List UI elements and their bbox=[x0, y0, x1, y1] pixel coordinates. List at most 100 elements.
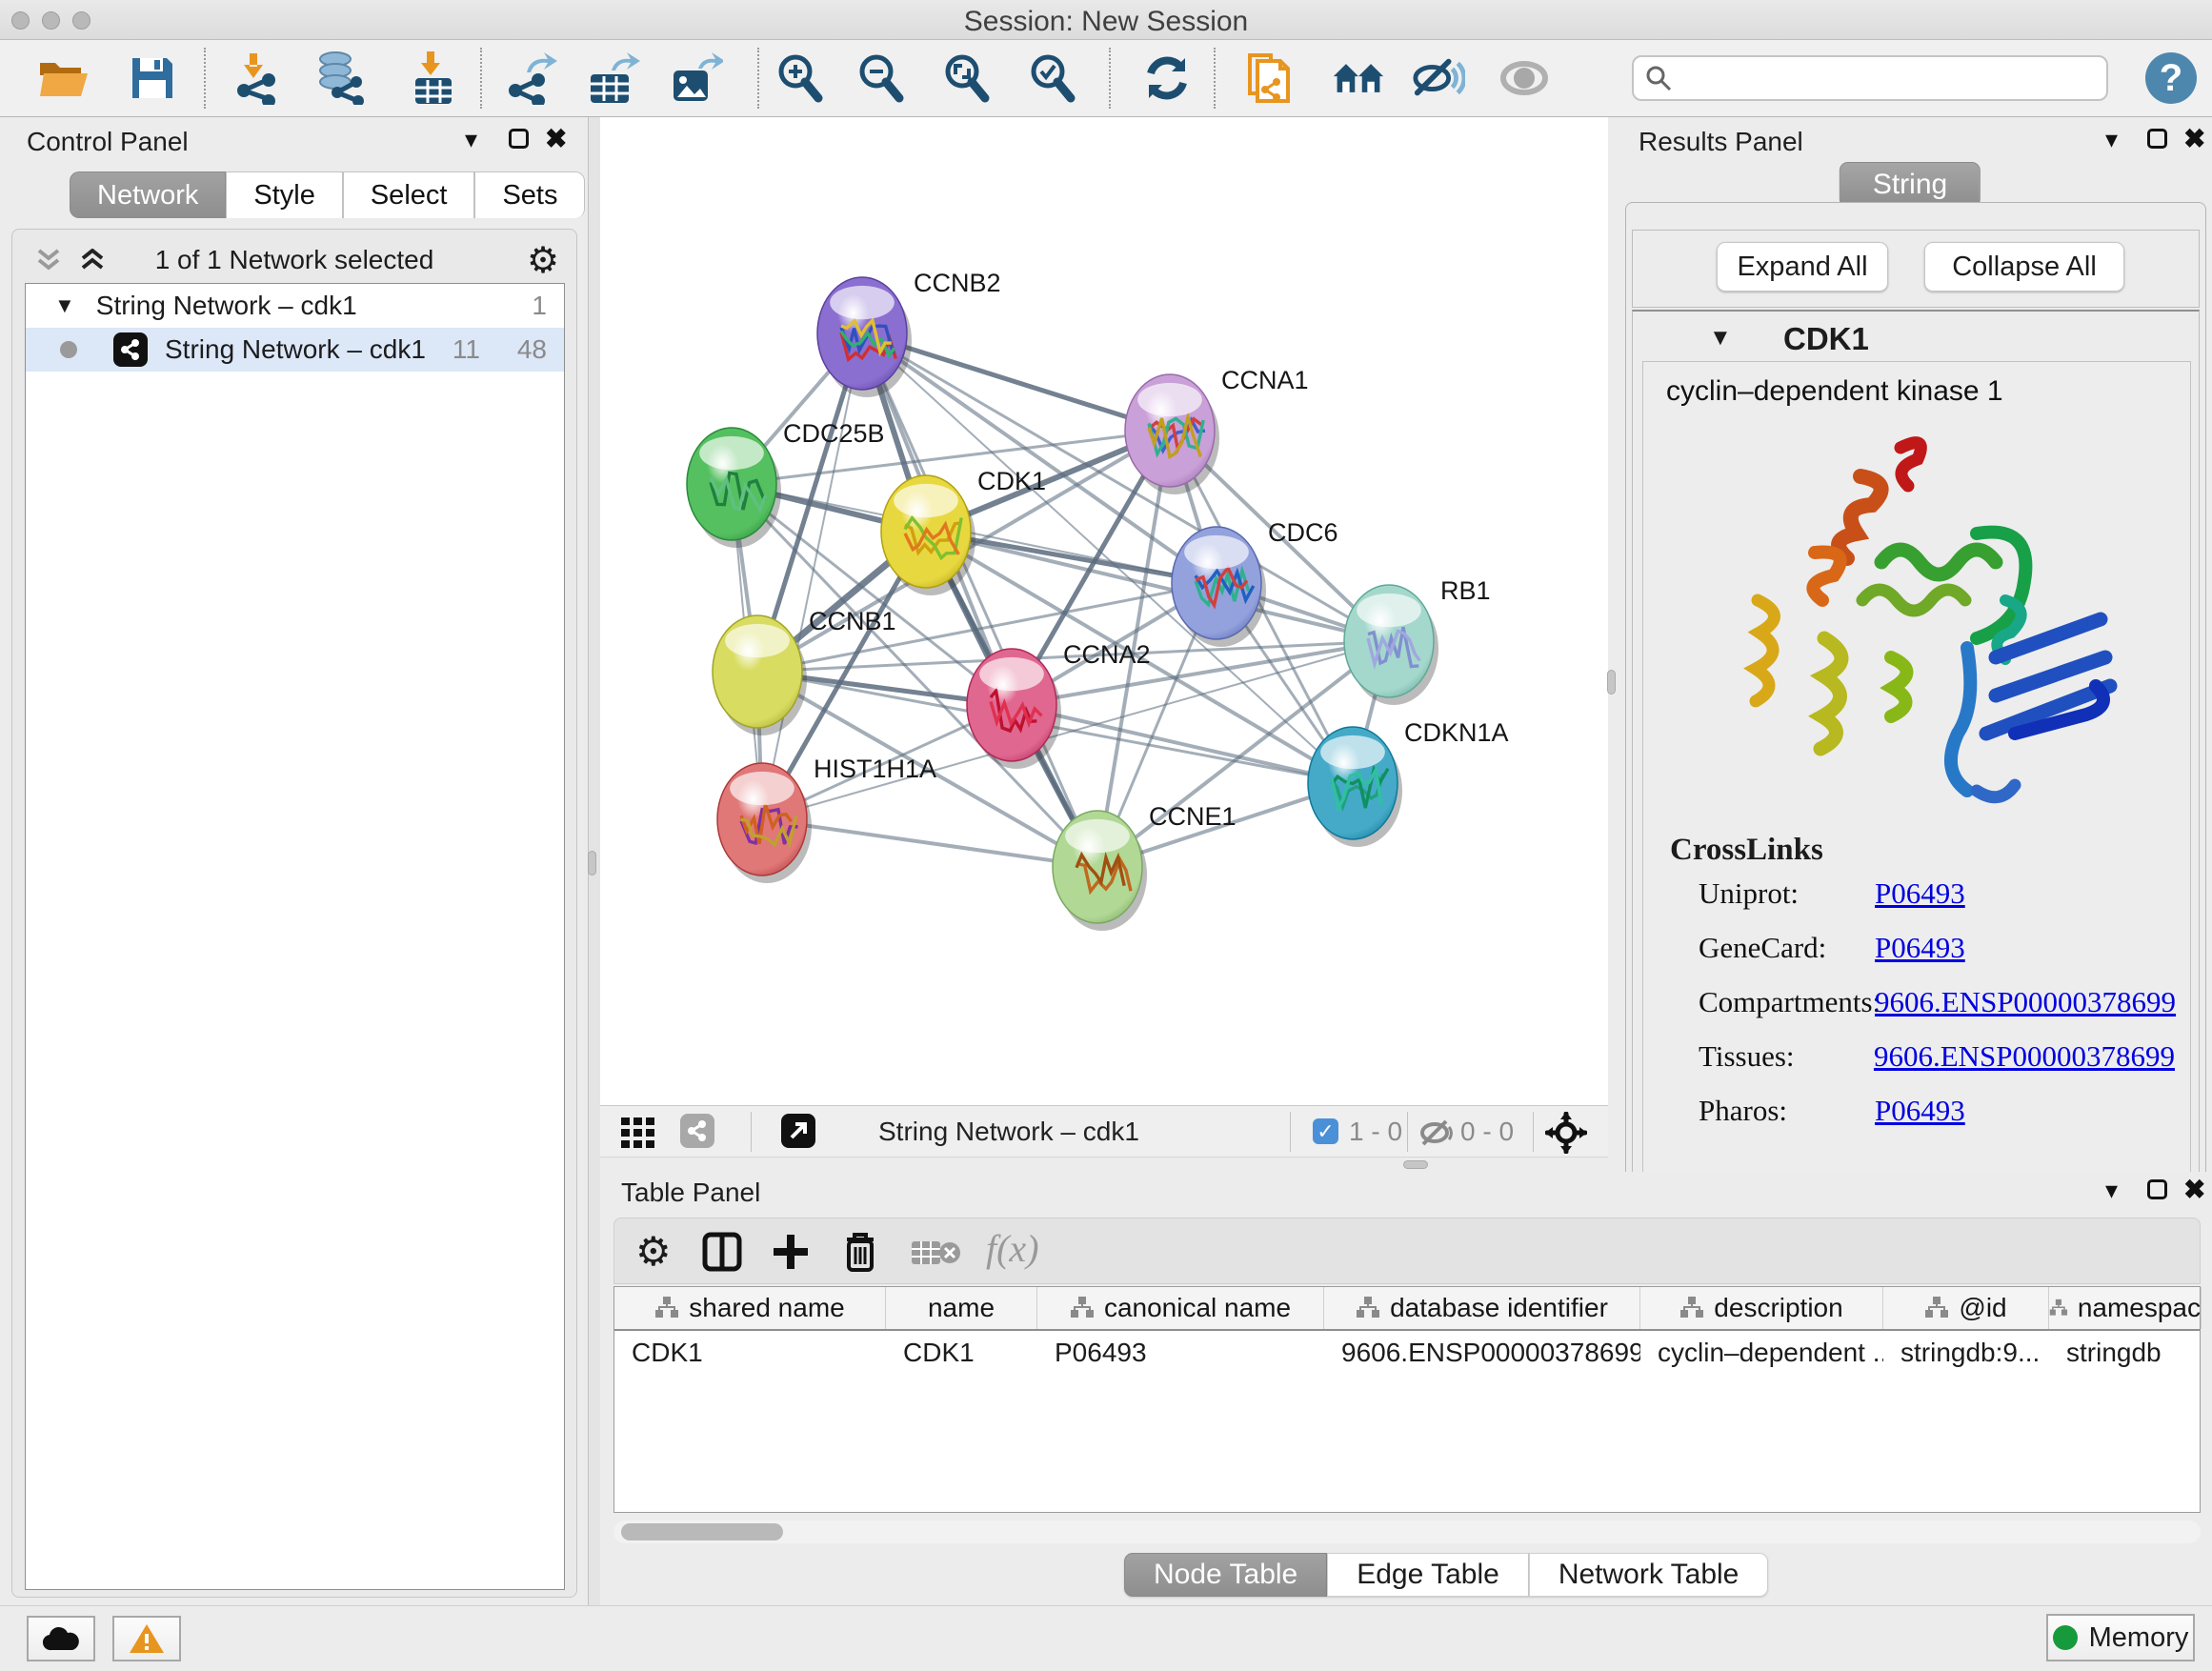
control-panel-menu-icon[interactable]: ▾ bbox=[465, 125, 477, 154]
crosslink-value-link[interactable]: P06493 bbox=[1875, 1094, 1965, 1128]
table-cell[interactable]: stringdb:9... bbox=[1883, 1331, 2049, 1375]
results-panel-float-icon[interactable] bbox=[2147, 129, 2167, 149]
zoom-in-icon[interactable] bbox=[774, 51, 827, 105]
tab-select[interactable]: Select bbox=[343, 171, 475, 218]
tab-edge-table[interactable]: Edge Table bbox=[1327, 1553, 1529, 1597]
table-add-icon[interactable] bbox=[771, 1232, 811, 1272]
column-header-database-identifier[interactable]: database identifier bbox=[1324, 1287, 1640, 1329]
show-graphics-icon[interactable] bbox=[1498, 51, 1551, 105]
save-session-icon[interactable] bbox=[126, 51, 179, 105]
network-row[interactable]: String Network – cdk1 11 48 bbox=[26, 328, 564, 372]
section-collapse-triangle-icon[interactable]: ▼ bbox=[1709, 325, 1732, 352]
table-cell[interactable]: 9606.ENSP00000378699 bbox=[1324, 1331, 1640, 1375]
network-node-CCNB1[interactable]: CCNB1 bbox=[713, 607, 896, 735]
table-function-icon[interactable]: f(x) bbox=[986, 1226, 1039, 1271]
table-cell[interactable]: CDK1 bbox=[886, 1331, 1037, 1375]
control-panel-close-icon[interactable]: ✖ bbox=[545, 123, 567, 154]
tab-network-table[interactable]: Network Table bbox=[1529, 1553, 1769, 1597]
export-table-icon[interactable] bbox=[587, 51, 640, 105]
node-table[interactable]: shared namenamecanonical namedatabase id… bbox=[613, 1286, 2201, 1513]
network-options-gear-icon[interactable]: ⚙ bbox=[527, 239, 559, 282]
zoom-selected-icon[interactable] bbox=[1026, 51, 1079, 105]
search-box[interactable] bbox=[1632, 55, 2108, 101]
warning-button[interactable] bbox=[112, 1616, 181, 1661]
table-panel-close-icon[interactable]: ✖ bbox=[2183, 1174, 2205, 1205]
column-header-shared-name[interactable]: shared name bbox=[614, 1287, 886, 1329]
refresh-icon[interactable] bbox=[1140, 51, 1194, 105]
network-view-canvas[interactable]: CCNB2CCNA1CDC25BCDK1CDC6RB1CCNB1CCNA2CDK… bbox=[600, 117, 1608, 1105]
column-header-description[interactable]: description bbox=[1640, 1287, 1883, 1329]
clone-network-icon[interactable] bbox=[1243, 51, 1297, 105]
network-collection-row[interactable]: ▼ String Network – cdk1 1 bbox=[26, 284, 564, 328]
table-hscrollbar[interactable] bbox=[613, 1520, 2201, 1543]
collapse-triangle-icon[interactable]: ▼ bbox=[54, 293, 75, 318]
network-edge[interactable] bbox=[1012, 705, 1353, 783]
column-header-canonical-name[interactable]: canonical name bbox=[1037, 1287, 1324, 1329]
network-node-HIST1H1A[interactable]: HIST1H1A bbox=[717, 755, 936, 883]
export-image-icon[interactable] bbox=[670, 51, 723, 105]
crosslink-value-link[interactable]: P06493 bbox=[1875, 931, 1965, 965]
network-node-CDC6[interactable]: CDC6 bbox=[1172, 518, 1338, 647]
table-cell[interactable]: P06493 bbox=[1037, 1331, 1324, 1375]
table-panel-float-icon[interactable] bbox=[2147, 1179, 2167, 1199]
help-button[interactable]: ? bbox=[2145, 52, 2197, 104]
tab-network[interactable]: Network bbox=[70, 171, 226, 218]
table-gear-icon[interactable]: ⚙ bbox=[635, 1228, 672, 1275]
zoom-out-icon[interactable] bbox=[855, 51, 908, 105]
import-network-database-icon[interactable] bbox=[314, 51, 368, 105]
network-graph[interactable]: CCNB2CCNA1CDC25BCDK1CDC6RB1CCNB1CCNA2CDK… bbox=[600, 117, 1608, 1105]
string-tab-icon[interactable] bbox=[680, 1114, 714, 1148]
network-node-CCNB2[interactable]: CCNB2 bbox=[817, 269, 1001, 397]
table-cell[interactable]: CDK1 bbox=[614, 1331, 886, 1375]
crosslink-value-link[interactable]: P06493 bbox=[1875, 876, 1965, 911]
table-cell[interactable]: stringdb bbox=[2049, 1331, 2202, 1375]
network-node-CDC25B[interactable]: CDC25B bbox=[687, 419, 885, 548]
memory-button[interactable]: Memory bbox=[2046, 1614, 2195, 1661]
hidden-eye-icon[interactable] bbox=[1418, 1118, 1456, 1147]
tab-string[interactable]: String bbox=[1840, 162, 1981, 208]
collapse-all-button[interactable]: Collapse All bbox=[1924, 242, 2124, 292]
control-panel: Control Panel ▾ ✖ NetworkStyleSelectSets… bbox=[0, 117, 589, 1605]
table-row[interactable]: CDK1CDK1P064939606.ENSP00000378699cyclin… bbox=[614, 1331, 2200, 1375]
splitter-handle[interactable] bbox=[1607, 670, 1616, 695]
grid-view-icon[interactable] bbox=[621, 1117, 663, 1148]
birdseye-crosshair-icon[interactable] bbox=[1545, 1112, 1587, 1154]
network-edge[interactable] bbox=[762, 819, 1097, 867]
export-network-icon[interactable] bbox=[506, 51, 559, 105]
import-network-file-icon[interactable] bbox=[229, 51, 282, 105]
table-hscrollbar-thumb[interactable] bbox=[621, 1523, 783, 1540]
splitter-handle[interactable] bbox=[1403, 1160, 1428, 1169]
table-columns-icon[interactable] bbox=[702, 1232, 742, 1272]
table-cell[interactable]: cyclin–dependent ... bbox=[1640, 1331, 1883, 1375]
detach-view-icon[interactable] bbox=[781, 1114, 815, 1148]
hide-graphics-icon[interactable] bbox=[1412, 51, 1465, 105]
control-panel-float-icon[interactable] bbox=[509, 129, 529, 149]
table-panel-menu-icon[interactable]: ▾ bbox=[2105, 1176, 2118, 1205]
results-panel-close-icon[interactable]: ✖ bbox=[2183, 123, 2205, 154]
crosslink-value-link[interactable]: 9606.ENSP00000378699 bbox=[1874, 1039, 2175, 1074]
table-delete-icon[interactable] bbox=[841, 1230, 879, 1274]
column-header-name[interactable]: name bbox=[886, 1287, 1037, 1329]
network-node-CCNE1[interactable]: CCNE1 bbox=[1053, 802, 1237, 931]
crosslink-value-link[interactable]: 9606.ENSP00000378699 bbox=[1875, 985, 2176, 1019]
zoom-fit-icon[interactable] bbox=[940, 51, 994, 105]
tab-node-table[interactable]: Node Table bbox=[1124, 1553, 1327, 1597]
table-remove-column-icon[interactable] bbox=[912, 1238, 961, 1268]
column-header--id[interactable]: @id bbox=[1883, 1287, 2049, 1329]
network-node-CDKN1A[interactable]: CDKN1A bbox=[1308, 718, 1509, 847]
import-table-file-icon[interactable] bbox=[406, 51, 459, 105]
tab-style[interactable]: Style bbox=[226, 171, 342, 218]
column-header-namespac[interactable]: namespac bbox=[2049, 1287, 2202, 1329]
splitter-handle[interactable] bbox=[588, 851, 596, 876]
results-panel-menu-icon[interactable]: ▾ bbox=[2105, 125, 2118, 154]
network-node-RB1[interactable]: RB1 bbox=[1344, 576, 1491, 705]
selected-checkbox-icon[interactable]: ✓ bbox=[1313, 1118, 1338, 1144]
network-edge[interactable] bbox=[862, 333, 1097, 867]
search-input[interactable] bbox=[1672, 64, 2081, 93]
expand-all-button[interactable]: Expand All bbox=[1717, 242, 1888, 292]
cloud-button[interactable] bbox=[27, 1616, 95, 1661]
network-node-CDK1[interactable]: CDK1 bbox=[881, 467, 1046, 595]
tab-sets[interactable]: Sets bbox=[474, 171, 585, 218]
open-session-icon[interactable] bbox=[37, 51, 90, 105]
houses-icon[interactable] bbox=[1332, 51, 1385, 105]
